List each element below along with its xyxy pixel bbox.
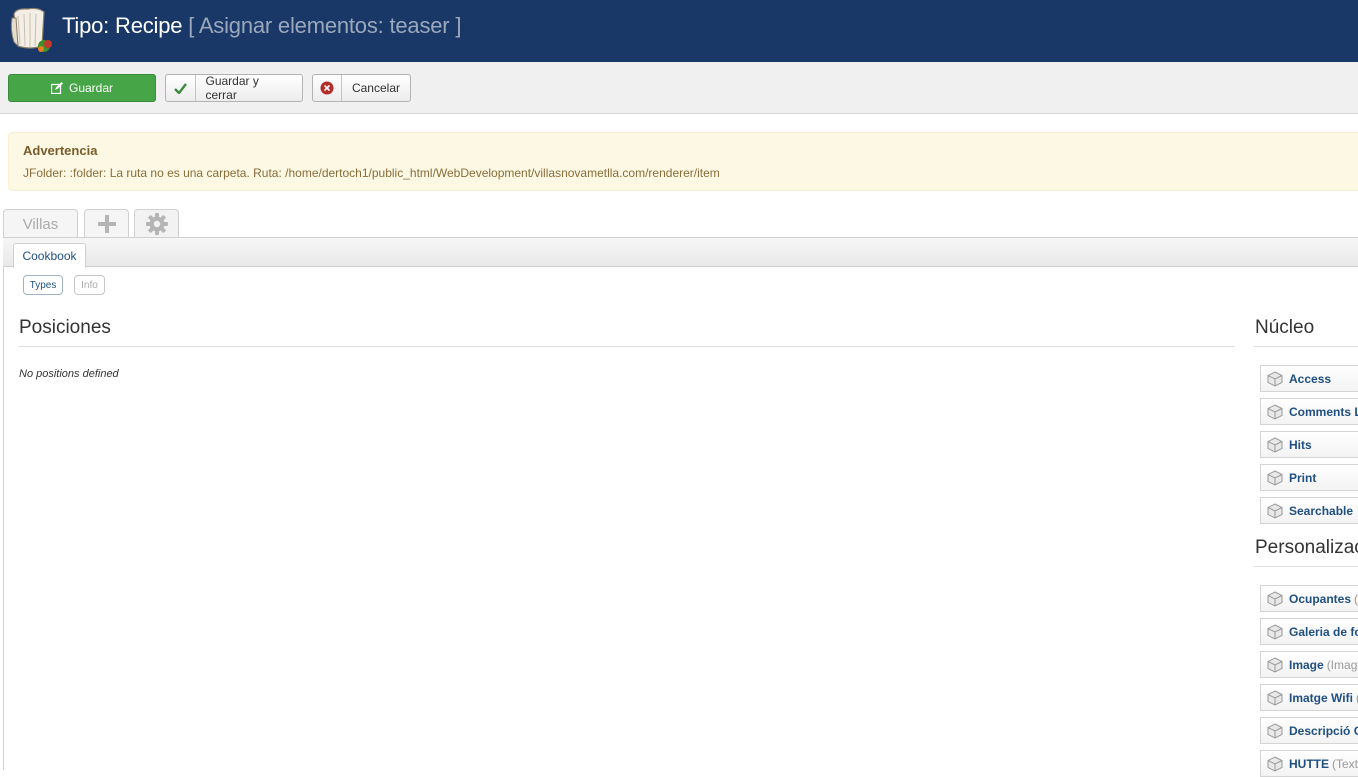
custom-elements-heading: Personalizac <box>1255 537 1358 558</box>
element-name: Imatge Wifi <box>1289 690 1353 705</box>
element-image[interactable]: Image (Image <box>1260 651 1358 678</box>
page-title: Tipo: Recipe [ Asignar elementos: teaser… <box>62 13 461 39</box>
cube-icon <box>1267 590 1283 607</box>
custom-divider <box>1254 566 1358 567</box>
save-button[interactable]: Guardar <box>8 74 156 102</box>
element-descripcio[interactable]: Descripció C <box>1260 717 1358 744</box>
core-elements-heading: Núcleo <box>1255 317 1315 338</box>
save-button-label: Guardar <box>68 81 114 95</box>
plus-icon <box>97 215 116 233</box>
element-comments[interactable]: Comments L <box>1260 398 1358 425</box>
warning-alert: Advertencia JFolder: :folder: La ruta no… <box>8 132 1358 191</box>
tab-cookbook-label: Cookbook <box>22 249 77 263</box>
element-name: Galeria de fo <box>1289 624 1358 639</box>
cancel-circle-icon <box>313 75 342 101</box>
tab-villas[interactable]: Villas <box>3 209 78 238</box>
tab-cookbook[interactable]: Cookbook <box>13 243 86 268</box>
positions-divider <box>18 346 1235 347</box>
sub-tab-bar: Cookbook <box>3 237 1358 268</box>
element-hutte[interactable]: HUTTE (Text <box>1260 750 1358 777</box>
positions-heading: Posiciones <box>19 317 111 338</box>
cube-icon <box>1267 403 1283 420</box>
core-divider <box>1254 346 1358 347</box>
element-name: Image <box>1289 657 1324 672</box>
types-pill[interactable]: Types <box>23 275 63 295</box>
element-searchable[interactable]: Searchable <box>1260 497 1358 524</box>
element-ocupantes[interactable]: Ocupantes ( <box>1260 585 1358 612</box>
cube-icon <box>1267 623 1283 640</box>
cube-icon <box>1267 722 1283 739</box>
element-name: Hits <box>1289 437 1312 452</box>
content-left-border <box>3 267 4 770</box>
settings-tab[interactable] <box>134 209 179 238</box>
types-pill-label: Types <box>29 279 57 291</box>
gear-icon <box>145 213 168 235</box>
cancel-button[interactable]: Cancelar <box>312 74 411 102</box>
element-type: ( <box>1354 591 1358 606</box>
cube-icon <box>1267 689 1283 706</box>
checkmark-icon <box>166 75 196 101</box>
element-galeria[interactable]: Galeria de fo <box>1260 618 1358 645</box>
page-title-sub: [ Asignar elementos: teaser ] <box>188 13 462 38</box>
cube-icon <box>1267 469 1283 486</box>
add-application-tab[interactable] <box>84 209 129 238</box>
cube-icon <box>1267 755 1283 772</box>
element-print[interactable]: Print <box>1260 464 1358 491</box>
element-type: (Text <box>1332 756 1358 771</box>
cube-icon <box>1267 436 1283 453</box>
element-type: (Image <box>1326 657 1358 672</box>
tab-villas-label: Villas <box>22 215 59 233</box>
chef-hat-logo-icon <box>10 7 52 52</box>
element-imatge-wifi[interactable]: Imatge Wifi ( <box>1260 684 1358 711</box>
element-access[interactable]: Access <box>1260 365 1358 392</box>
save-and-close-button[interactable]: Guardar y cerrar <box>165 74 303 102</box>
info-pill[interactable]: Info <box>74 275 105 295</box>
cube-icon <box>1267 656 1283 673</box>
element-name: Descripció C <box>1289 723 1358 738</box>
warning-message: JFolder: :folder: La ruta no es una carp… <box>23 166 720 180</box>
cancel-label: Cancelar <box>351 81 400 95</box>
cube-icon <box>1267 370 1283 387</box>
info-pill-label: Info <box>81 279 98 291</box>
element-name: Searchable <box>1289 503 1354 518</box>
cube-icon <box>1267 502 1283 519</box>
element-name: Access <box>1289 371 1332 386</box>
no-positions-text: No positions defined <box>19 368 119 380</box>
save-and-close-label: Guardar y cerrar <box>205 74 259 102</box>
app-header: Tipo: Recipe [ Asignar elementos: teaser… <box>0 0 1358 62</box>
element-name: Print <box>1289 470 1317 485</box>
page-title-main: Tipo: Recipe <box>62 13 183 38</box>
toolbar: Guardar Guardar y cerrar Cancelar <box>0 62 1358 114</box>
element-name: Ocupantes <box>1289 591 1352 606</box>
element-name: Comments L <box>1289 404 1358 419</box>
element-hits[interactable]: Hits <box>1260 431 1358 458</box>
warning-title: Advertencia <box>23 143 98 158</box>
element-name: HUTTE <box>1289 756 1329 771</box>
edit-icon <box>50 82 63 94</box>
